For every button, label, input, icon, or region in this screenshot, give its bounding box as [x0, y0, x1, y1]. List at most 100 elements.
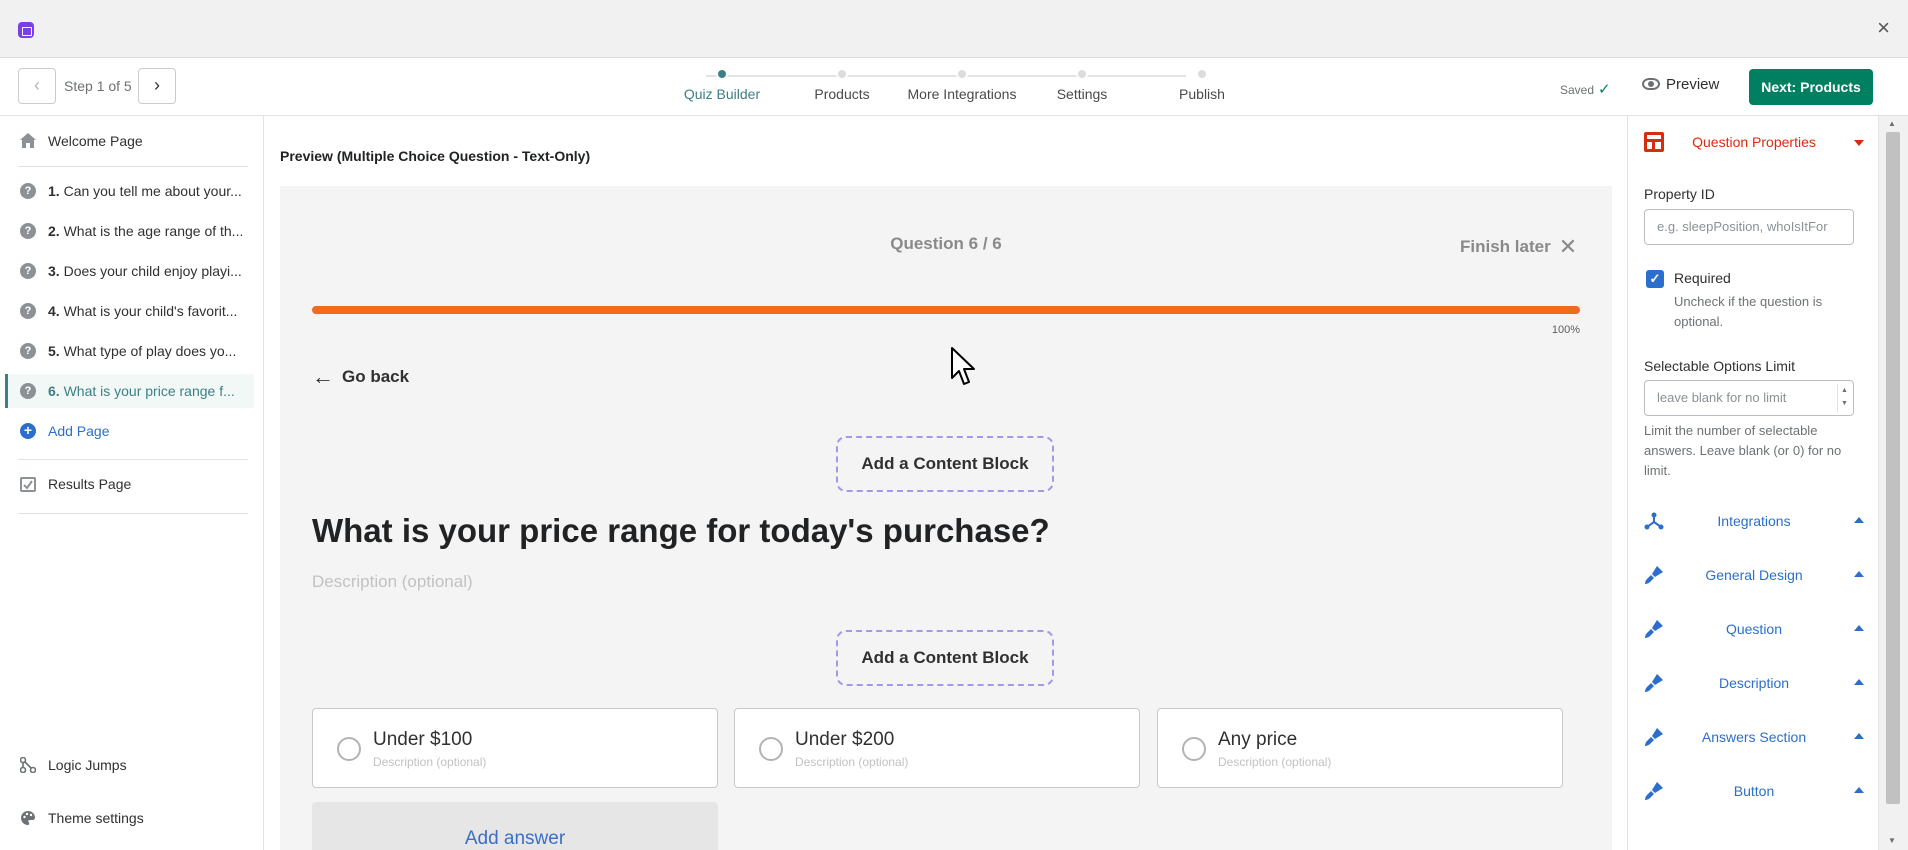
limit-label: Selectable Options Limit	[1644, 358, 1795, 374]
answer-option[interactable]: Under $200 Description (optional)	[734, 708, 1140, 788]
step-quiz-builder[interactable]: Quiz Builder	[652, 68, 792, 102]
question-counter: Question 6 / 6	[890, 234, 1002, 253]
help-line: optional.	[1674, 314, 1724, 329]
app-icon	[18, 22, 34, 38]
close-icon: ✕	[1558, 234, 1578, 259]
chevron-up-icon	[1854, 787, 1864, 793]
help-line: limit.	[1644, 463, 1671, 478]
question-icon: ?	[20, 183, 36, 199]
answer-description[interactable]: Description (optional)	[1218, 755, 1331, 769]
next-step-button[interactable]: ›	[138, 68, 176, 104]
add-content-block-button[interactable]: Add a Content Block	[836, 630, 1054, 686]
scrollbar-thumb[interactable]	[1886, 132, 1900, 804]
sidebar-item-welcome[interactable]: Welcome Page	[18, 124, 254, 158]
sidebar-item-logic-jumps[interactable]: Logic Jumps	[18, 748, 254, 782]
preview-button[interactable]: Preview	[1642, 76, 1719, 93]
radio-button[interactable]	[1182, 737, 1206, 761]
sidebar-item-question-3[interactable]: ? 3. Does your child enjoy playi...	[18, 254, 254, 288]
limit-help: Limit the number of selectable answers. …	[1644, 421, 1841, 481]
scroll-up-arrow-icon[interactable]: ▲	[1888, 119, 1896, 128]
step-settings[interactable]: Settings	[1012, 68, 1152, 102]
answer-option[interactable]: Any price Description (optional)	[1157, 708, 1563, 788]
property-id-input[interactable]: e.g. sleepPosition, whoIsItFor	[1644, 209, 1854, 245]
sidebar-item-results[interactable]: Results Page	[18, 467, 254, 501]
question-description[interactable]: Description (optional)	[312, 572, 473, 592]
required-label: Required	[1674, 270, 1731, 286]
step-products[interactable]: Products	[772, 68, 912, 102]
answer-description[interactable]: Description (optional)	[373, 755, 486, 769]
section-label: Question	[1725, 621, 1783, 637]
panel-scrollbar[interactable]: ▲ ▼	[1878, 116, 1908, 850]
saved-status: Saved ✓	[1560, 80, 1611, 98]
go-back-button[interactable]: ← Go back	[312, 364, 409, 390]
section-label: General Design	[1705, 567, 1803, 583]
previous-step-button[interactable]: ‹	[18, 68, 56, 104]
question-properties-header[interactable]: Question Properties	[1644, 130, 1864, 154]
next-products-button[interactable]: Next: Products	[1749, 69, 1873, 105]
question-title[interactable]: What is your price range for today's pur…	[312, 512, 1050, 550]
add-page-button[interactable]: + Add Page	[18, 414, 254, 448]
help-line: answers. Leave blank (or 0) for no	[1644, 443, 1842, 458]
section-button[interactable]: Button	[1644, 777, 1864, 807]
question-icon: ?	[20, 343, 36, 359]
radio-button[interactable]	[759, 737, 783, 761]
step-dot	[1076, 68, 1088, 80]
question-number: 5.	[48, 343, 60, 359]
section-general-design[interactable]: General Design	[1644, 561, 1864, 591]
question-number: 6.	[48, 383, 60, 399]
sidebar-item-question-2[interactable]: ? 2. What is the age range of th...	[18, 214, 254, 248]
question-text: What is the age range of th...	[63, 223, 244, 239]
answer-label[interactable]: Under $200	[795, 729, 894, 751]
finish-later-button[interactable]: Finish later ✕	[1460, 234, 1577, 260]
question-text: Can you tell me about your...	[63, 183, 242, 199]
answer-label[interactable]: Under $100	[373, 729, 472, 751]
question-icon: ?	[20, 383, 36, 399]
home-icon	[20, 133, 36, 148]
section-description[interactable]: Description	[1644, 669, 1864, 699]
section-question[interactable]: Question	[1644, 615, 1864, 645]
sidebar-item-question-4[interactable]: ? 4. What is your child's favorit...	[18, 294, 254, 328]
step-dot	[716, 68, 728, 80]
add-page-label: Add Page	[48, 423, 110, 439]
add-answer-button[interactable]: Add answer	[312, 802, 718, 850]
answer-description[interactable]: Description (optional)	[795, 755, 908, 769]
section-label: Integrations	[1717, 513, 1791, 529]
sidebar-item-label: Theme settings	[48, 810, 144, 826]
question-text: What type of play does yo...	[63, 343, 237, 359]
section-answers[interactable]: Answers Section	[1644, 723, 1864, 753]
answer-option[interactable]: Under $100 Description (optional)	[312, 708, 718, 788]
sidebar-item-question-1[interactable]: ? 1. Can you tell me about your...	[18, 174, 254, 208]
step-more-integrations[interactable]: More Integrations	[892, 68, 1032, 102]
step-label: Settings	[1056, 86, 1108, 102]
chevron-up-icon	[1854, 517, 1864, 523]
step-dot	[1196, 68, 1208, 80]
answer-label[interactable]: Any price	[1218, 729, 1297, 751]
sidebar-divider	[18, 459, 248, 460]
step-publish[interactable]: Publish	[1132, 68, 1272, 102]
section-label: Answers Section	[1701, 729, 1807, 745]
question-text: What is your child's favorit...	[63, 303, 238, 319]
sidebar-item-label: Welcome Page	[48, 133, 143, 149]
step-dot	[956, 68, 968, 80]
radio-button[interactable]	[337, 737, 361, 761]
sidebar-item-question-6[interactable]: ? 6. What is your price range f...	[5, 374, 254, 408]
question-icon: ?	[20, 263, 36, 279]
progress-percent: 100%	[1551, 324, 1580, 336]
sidebar-item-question-5[interactable]: ? 5. What type of play does yo...	[18, 334, 254, 368]
preview-area: Preview (Multiple Choice Question - Text…	[265, 116, 1627, 850]
required-checkbox[interactable]: ✓	[1646, 270, 1664, 288]
chevron-down-icon	[1854, 140, 1864, 146]
step-dot	[836, 68, 848, 80]
plus-icon: +	[20, 423, 36, 439]
progress-bar-fill	[312, 306, 1580, 314]
question-text: What is your price range f...	[63, 383, 235, 399]
number-stepper-icon[interactable]: ▲ ▼	[1837, 384, 1851, 412]
scroll-down-arrow-icon[interactable]: ▼	[1888, 836, 1896, 845]
add-content-block-button[interactable]: Add a Content Block	[836, 436, 1054, 492]
window-close-button[interactable]: ×	[1877, 16, 1890, 40]
preview-title: Preview (Multiple Choice Question - Text…	[280, 148, 591, 164]
progress-bar	[312, 306, 1580, 314]
sidebar-item-theme-settings[interactable]: Theme settings	[18, 801, 254, 835]
selectable-options-limit-input[interactable]: leave blank for no limit ▲ ▼	[1644, 380, 1854, 416]
section-integrations[interactable]: Integrations	[1644, 507, 1864, 537]
